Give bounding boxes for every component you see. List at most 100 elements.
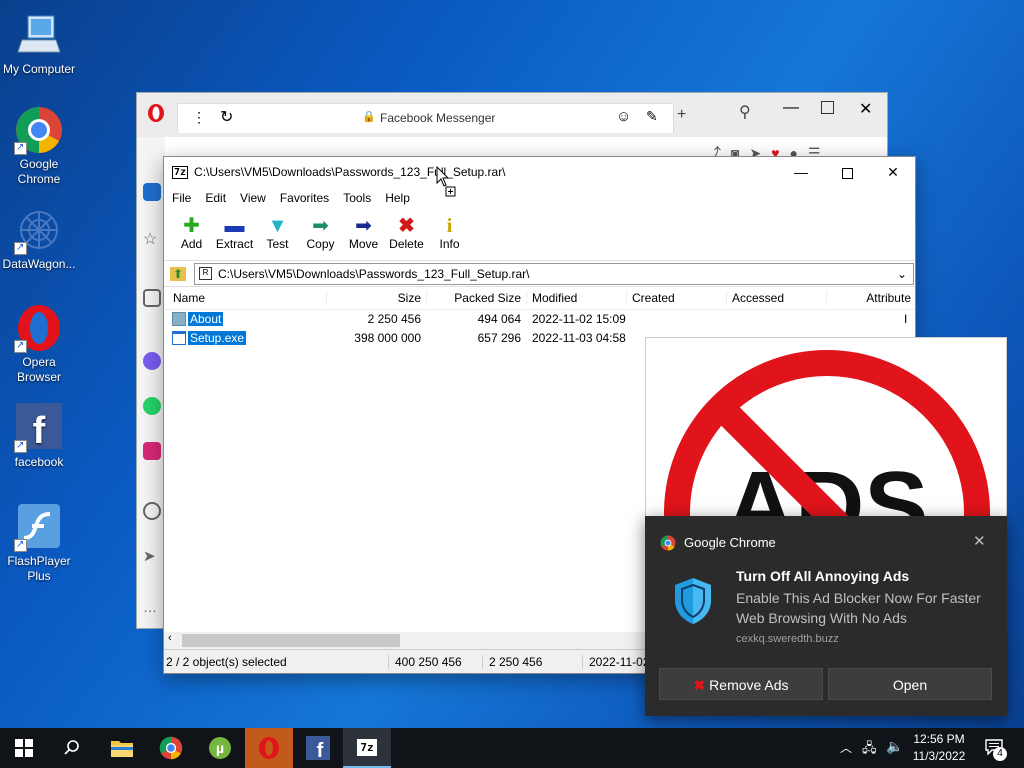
maximize-icon[interactable] bbox=[821, 101, 834, 114]
clock-date: 11/3/2022 bbox=[912, 749, 966, 763]
desktop-icon-label: Opera Browser bbox=[16, 355, 61, 384]
notification-close-icon[interactable]: ✕ bbox=[973, 532, 986, 550]
taskbar-opera[interactable] bbox=[245, 728, 293, 768]
info-button[interactable]: i Info bbox=[428, 209, 471, 260]
emoji-icon[interactable]: ☺ bbox=[616, 108, 631, 125]
delete-button[interactable]: ✖ Delete bbox=[385, 209, 428, 260]
remove-ads-button[interactable]: ✖ Remove Ads bbox=[659, 668, 823, 700]
start-button[interactable] bbox=[0, 728, 48, 768]
messenger-icon[interactable] bbox=[143, 352, 161, 370]
more-options-icon[interactable]: ⋮ bbox=[192, 109, 206, 126]
opera-menu-icon[interactable] bbox=[146, 103, 166, 123]
extract-icon: ▬ bbox=[224, 215, 245, 237]
minimize-button[interactable]: — bbox=[778, 157, 824, 187]
desktop-icon-flashplayer[interactable]: FlashPlayer Plus bbox=[0, 502, 78, 584]
opera-sidebar: ☆ ➤ … bbox=[137, 137, 165, 628]
minimize-icon[interactable]: — bbox=[783, 99, 799, 117]
home-icon[interactable] bbox=[143, 183, 161, 201]
folder-up-icon[interactable]: ⬆ bbox=[170, 266, 186, 281]
taskbar-facebook[interactable]: f bbox=[294, 728, 342, 768]
col-attribute[interactable]: Attribute bbox=[826, 291, 916, 305]
extract-button[interactable]: ▬ Extract bbox=[213, 209, 256, 260]
taskbar-file-explorer[interactable] bbox=[98, 728, 146, 768]
path-text: C:\Users\VM5\Downloads\Passwords_123_Ful… bbox=[218, 266, 530, 281]
lock-icon: 🔒 bbox=[362, 111, 376, 123]
shortcut-arrow-icon bbox=[14, 338, 27, 353]
file-modified: 2022-11-03 04:58 bbox=[532, 331, 626, 345]
windows-logo-icon bbox=[15, 739, 33, 757]
move-button[interactable]: ➡ Move bbox=[342, 209, 385, 260]
test-button[interactable]: ▼ Test bbox=[256, 209, 299, 260]
desktop-icon-opera[interactable]: Opera Browser bbox=[0, 303, 78, 385]
add-icon: ✚ bbox=[183, 215, 200, 237]
col-name[interactable]: Name bbox=[168, 291, 210, 305]
file-row[interactable]: About 2 250 456 494 064 2022-11-02 15:09… bbox=[164, 310, 915, 329]
close-button[interactable]: ✕ bbox=[870, 157, 916, 187]
address-bar[interactable]: ⋮ ↻ 🔒 Facebook Messenger ☺ ✎ bbox=[177, 103, 674, 133]
notification-app-name: Google Chrome bbox=[684, 535, 776, 550]
maximize-button[interactable] bbox=[824, 157, 870, 187]
menu-file[interactable]: File bbox=[172, 191, 191, 205]
clock[interactable]: 12:56 PM 11/3/2022 bbox=[906, 731, 972, 765]
menu-edit[interactable]: Edit bbox=[205, 191, 226, 205]
delete-label: Delete bbox=[389, 237, 424, 251]
send-sidebar-icon[interactable]: ➤ bbox=[143, 547, 161, 565]
copy-button[interactable]: ➡ Copy bbox=[299, 209, 342, 260]
more-icon[interactable]: … bbox=[143, 599, 161, 617]
whatsapp-icon[interactable] bbox=[143, 397, 161, 415]
status-selected: 2 / 2 object(s) selected bbox=[166, 655, 287, 669]
svg-text:f: f bbox=[317, 740, 324, 760]
shortcut-arrow-icon bbox=[14, 240, 27, 255]
player-icon[interactable] bbox=[143, 502, 161, 520]
taskbar-utorrent[interactable]: µ bbox=[196, 728, 244, 768]
opera-icon bbox=[14, 303, 64, 353]
open-button[interactable]: Open bbox=[828, 668, 992, 700]
computer-icon bbox=[14, 10, 64, 60]
menu-view[interactable]: View bbox=[240, 191, 266, 205]
desktop-icon-google-chrome[interactable]: Google Chrome bbox=[0, 105, 78, 187]
pin-icon[interactable]: ✎ bbox=[646, 108, 658, 125]
status-date: 2022-11-02 bbox=[582, 655, 650, 669]
scroll-thumb[interactable] bbox=[182, 634, 400, 647]
new-tab-icon[interactable]: + bbox=[677, 106, 686, 124]
search-button[interactable] bbox=[48, 728, 96, 768]
path-input[interactable]: R C:\Users\VM5\Downloads\Passwords_123_F… bbox=[194, 262, 914, 285]
desktop-icon-datawagon[interactable]: DataWagon... bbox=[0, 205, 78, 272]
col-modified[interactable]: Modified bbox=[526, 291, 626, 305]
desktop-icon-label: DataWagon... bbox=[2, 257, 76, 271]
chrome-notification[interactable]: Google Chrome ✕ Turn Off All Annoying Ad… bbox=[645, 516, 1007, 716]
file-name: About bbox=[188, 312, 224, 326]
menu-tools[interactable]: Tools bbox=[343, 191, 371, 205]
desktop-icon-label: FlashPlayer Plus bbox=[7, 554, 71, 583]
desktop-icon-facebook[interactable]: f facebook bbox=[0, 403, 78, 470]
file-packed: 494 064 bbox=[477, 312, 521, 326]
desktop-icon-my-computer[interactable]: My Computer bbox=[0, 10, 78, 77]
col-packed-size[interactable]: Packed Size bbox=[426, 291, 526, 305]
remove-ads-label: Remove Ads bbox=[709, 677, 789, 693]
add-label: Add bbox=[180, 237, 203, 251]
bag-icon[interactable] bbox=[143, 289, 161, 307]
star-icon[interactable]: ☆ bbox=[143, 229, 161, 248]
scroll-left-icon[interactable]: ‹ bbox=[168, 632, 172, 644]
add-button[interactable]: ✚ Add bbox=[170, 209, 213, 260]
action-center-button[interactable]: 4 bbox=[978, 728, 1024, 768]
file-size: 2 250 456 bbox=[367, 312, 421, 326]
network-icon[interactable]: 🖧 bbox=[862, 739, 877, 761]
close-icon[interactable]: ✕ bbox=[859, 99, 872, 119]
search-taskbar-icon bbox=[64, 740, 79, 755]
menu-help[interactable]: Help bbox=[385, 191, 410, 205]
col-size[interactable]: Size bbox=[326, 291, 426, 305]
notification-title: Turn Off All Annoying Ads bbox=[736, 568, 910, 584]
taskbar-chrome[interactable] bbox=[147, 728, 195, 768]
taskbar-7zip[interactable]: 7z bbox=[343, 728, 391, 768]
taskbar: µ f 7z ︿ 🖧 🔈 12:56 PM 11/3/2022 4 bbox=[0, 728, 1024, 768]
show-hidden-icons-icon[interactable]: ︿ bbox=[840, 739, 852, 756]
instagram-icon[interactable] bbox=[143, 442, 161, 460]
volume-icon[interactable]: 🔈 bbox=[886, 738, 903, 755]
col-accessed[interactable]: Accessed bbox=[726, 291, 826, 305]
reload-icon[interactable]: ↻ bbox=[220, 107, 233, 127]
search-icon[interactable]: ⚲ bbox=[739, 102, 751, 122]
col-created[interactable]: Created bbox=[626, 291, 726, 305]
menu-favorites[interactable]: Favorites bbox=[280, 191, 329, 205]
path-dropdown-icon[interactable]: ⌄ bbox=[897, 267, 907, 281]
